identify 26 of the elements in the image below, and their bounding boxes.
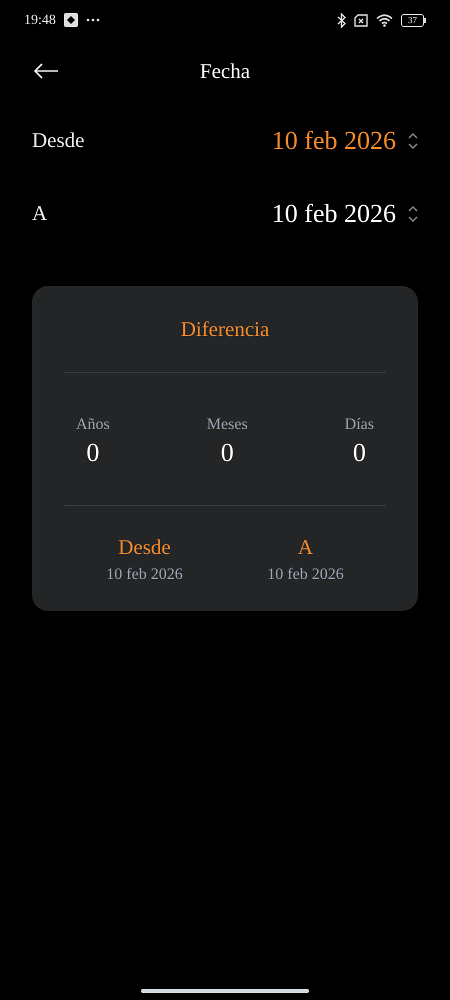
range-label: A xyxy=(298,534,314,560)
row-label: Desde xyxy=(32,126,84,154)
notification-icon xyxy=(64,13,78,27)
stat-value: 0 xyxy=(86,436,100,468)
up-down-chevron-icon xyxy=(408,132,418,150)
stat-value: 0 xyxy=(352,436,366,468)
card-title: Diferencia xyxy=(180,317,270,341)
stat-label: Meses xyxy=(206,414,248,434)
page-title: Fecha xyxy=(200,58,250,86)
stat-label: Años xyxy=(76,414,110,434)
range-label: Desde xyxy=(118,534,171,560)
range-date: 10 feb 2026 xyxy=(267,565,344,585)
stat-value: 0 xyxy=(220,436,234,468)
stat-label: Días xyxy=(344,414,374,434)
sim-card-icon xyxy=(354,14,368,26)
date-picker[interactable]: 10 feb 2026 xyxy=(272,194,418,233)
row-label: A xyxy=(32,200,48,227)
range-date: 10 feb 2026 xyxy=(106,565,183,585)
back-arrow-icon[interactable] xyxy=(33,63,59,79)
more-icon xyxy=(86,18,100,22)
battery-icon: 37 xyxy=(401,14,426,26)
bluetooth-icon xyxy=(337,12,346,28)
up-down-chevron-icon xyxy=(408,204,418,222)
status-time: 19:48 xyxy=(24,12,56,30)
date-picker[interactable]: 10 feb 2026 xyxy=(272,121,418,160)
wifi-icon xyxy=(376,14,393,26)
